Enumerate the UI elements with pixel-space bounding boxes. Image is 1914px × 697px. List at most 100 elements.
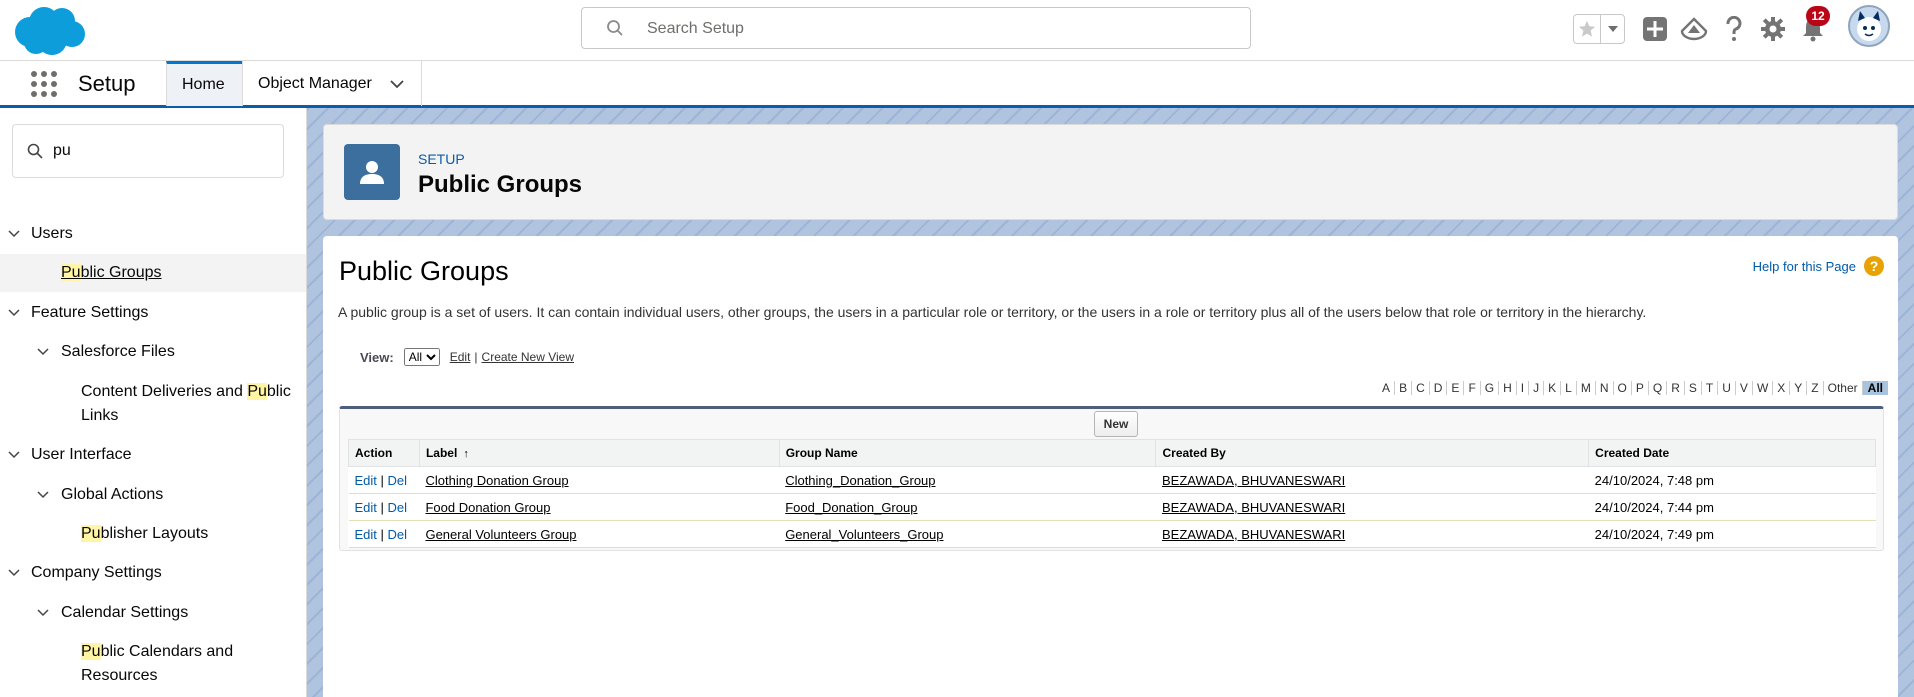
alpha-filter-letter[interactable]: G (1481, 381, 1500, 395)
alpha-filter-letter[interactable]: Z (1807, 381, 1824, 395)
search-icon (607, 20, 623, 36)
group-label-link[interactable]: Clothing Donation Group (425, 473, 568, 488)
create-new-view-link[interactable]: Create New View (482, 350, 574, 364)
alpha-filter: A B C D E F G H I J K L M N O P Q R S T … (1378, 381, 1888, 395)
alpha-filter-letter[interactable]: J (1529, 381, 1545, 395)
alpha-filter-letter[interactable]: I (1517, 381, 1530, 395)
alpha-filter-letter[interactable]: Q (1649, 381, 1668, 395)
tree-node-users[interactable]: Users (0, 222, 306, 246)
tree-node-user-interface[interactable]: User Interface (0, 443, 306, 467)
alpha-filter-letter[interactable]: T (1702, 381, 1719, 395)
help-question-icon[interactable]: ? (1864, 256, 1884, 276)
alpha-filter-other[interactable]: Other (1824, 381, 1863, 395)
app-launcher-icon[interactable] (30, 70, 58, 98)
tree-node-publisher-layouts[interactable]: Publisher Layouts (0, 522, 306, 546)
tree-link-publisher-layouts[interactable]: Publisher Layouts (81, 522, 208, 546)
group-label-link[interactable]: Food Donation Group (425, 500, 550, 515)
alpha-filter-letter[interactable]: A (1378, 381, 1396, 395)
group-name-link[interactable]: Clothing_Donation_Group (785, 473, 935, 488)
alpha-filter-letter[interactable]: R (1667, 381, 1685, 395)
alpha-filter-letter[interactable]: H (1499, 381, 1517, 395)
alpha-filter-letter[interactable]: O (1614, 381, 1632, 395)
alpha-filter-letter[interactable]: Y (1790, 381, 1808, 395)
tree-link-content-deliveries[interactable]: Content Deliveries and Public (81, 380, 291, 404)
chevron-down-icon[interactable] (37, 607, 49, 619)
alpha-filter-letter[interactable]: P (1632, 381, 1649, 395)
tree-node-global-actions[interactable]: Global Actions (0, 483, 306, 507)
quick-find-input[interactable]: pu (12, 124, 284, 178)
created-by-link[interactable]: BEZAWADA, BHUVANESWARI (1162, 500, 1345, 515)
alpha-filter-all[interactable]: All (1862, 381, 1888, 395)
search-setup-input[interactable]: Search Setup (581, 7, 1251, 49)
alpha-filter-letter[interactable]: L (1561, 381, 1577, 395)
tree-node-calendar-settings[interactable]: Calendar Settings (0, 601, 306, 625)
page-header-eyebrow[interactable]: SETUP (418, 151, 465, 167)
tree-label-line2: Links (81, 407, 119, 424)
alpha-filter-letter[interactable]: V (1736, 381, 1753, 395)
alpha-filter-letter[interactable]: K (1544, 381, 1562, 395)
cell-created-date: 24/10/2024, 7:48 pm (1588, 466, 1876, 494)
alpha-filter-letter[interactable]: X (1773, 381, 1791, 395)
trailhead-guidance-icon[interactable] (1679, 14, 1709, 44)
help-for-this-page-link[interactable]: Help for this Page ? (1753, 256, 1884, 276)
alpha-filter-letter[interactable]: U (1718, 381, 1736, 395)
tab-object-manager[interactable]: Object Manager (242, 61, 422, 106)
tree-node-feature-settings[interactable]: Feature Settings (0, 301, 306, 325)
chevron-down-icon[interactable] (8, 307, 20, 319)
tree-node-public-calendars[interactable]: Public Calendars and Resources (0, 640, 306, 688)
delete-link[interactable]: Del (388, 500, 408, 515)
group-name-link[interactable]: General_Volunteers_Group (785, 527, 943, 542)
group-label-link[interactable]: General Volunteers Group (425, 527, 576, 542)
salesforce-cloud-logo[interactable] (12, 4, 86, 56)
global-actions-add-icon[interactable] (1640, 14, 1670, 44)
tree-link-public-calendars[interactable]: Public Calendars and (81, 640, 233, 664)
tree-link-public-groups[interactable]: Public Groups (61, 261, 162, 285)
edit-link[interactable]: Edit (355, 527, 377, 542)
column-header-created-by[interactable]: Created By (1155, 439, 1590, 467)
user-avatar[interactable] (1848, 5, 1890, 47)
created-by-link[interactable]: BEZAWADA, BHUVANESWARI (1162, 527, 1345, 542)
star-icon[interactable] (1574, 15, 1600, 43)
tree-node-salesforce-files[interactable]: Salesforce Files (0, 340, 306, 364)
alpha-filter-letter[interactable]: F (1464, 381, 1481, 395)
delete-link[interactable]: Del (388, 473, 408, 488)
chevron-down-icon[interactable] (8, 567, 20, 579)
tree-label: Global Actions (61, 486, 164, 503)
edit-view-link[interactable]: Edit (450, 350, 471, 364)
setup-gear-icon[interactable] (1758, 14, 1788, 44)
search-placeholder: Search Setup (647, 20, 744, 37)
new-group-button[interactable]: New (1094, 411, 1138, 437)
column-header-group-name[interactable]: Group Name (778, 439, 1157, 467)
edit-link[interactable]: Edit (355, 473, 377, 488)
tab-home[interactable]: Home (166, 61, 242, 106)
alpha-filter-letter[interactable]: C (1412, 381, 1430, 395)
chevron-down-icon[interactable] (390, 77, 404, 91)
chevron-down-icon[interactable] (8, 228, 20, 240)
delete-link[interactable]: Del (388, 527, 408, 542)
created-by-link[interactable]: BEZAWADA, BHUVANESWARI (1162, 473, 1345, 488)
alpha-filter-letter[interactable]: S (1685, 381, 1702, 395)
favorites-dropdown-icon[interactable] (1600, 15, 1624, 43)
chevron-down-icon[interactable] (37, 346, 49, 358)
column-header-created-date[interactable]: Created Date (1588, 439, 1876, 467)
help-icon[interactable] (1719, 14, 1749, 44)
help-label: Help for this Page (1752, 258, 1856, 274)
tree-node-public-groups[interactable]: Public Groups (0, 254, 306, 292)
column-header-label[interactable]: Label ↑ (418, 439, 780, 467)
alpha-filter-letter[interactable]: B (1395, 381, 1413, 395)
alpha-filter-letter[interactable]: E (1447, 381, 1465, 395)
chevron-down-icon[interactable] (37, 489, 49, 501)
alpha-filter-letter[interactable]: W (1753, 381, 1774, 395)
tree-node-content-deliveries[interactable]: Content Deliveries and Public Links (0, 380, 306, 428)
group-name-link[interactable]: Food_Donation_Group (785, 500, 917, 515)
alpha-filter-letter[interactable]: N (1596, 381, 1614, 395)
view-select[interactable]: All (403, 348, 440, 366)
edit-link[interactable]: Edit (355, 500, 377, 515)
alpha-filter-letter[interactable]: D (1430, 381, 1448, 395)
sort-ascending-icon[interactable]: ↑ (463, 448, 469, 460)
favorites-button[interactable] (1573, 14, 1625, 44)
tree-node-company-settings[interactable]: Company Settings (0, 561, 306, 585)
alpha-filter-letter[interactable]: M (1577, 381, 1596, 395)
page-header: SETUP Public Groups (323, 124, 1898, 220)
chevron-down-icon[interactable] (8, 449, 20, 461)
